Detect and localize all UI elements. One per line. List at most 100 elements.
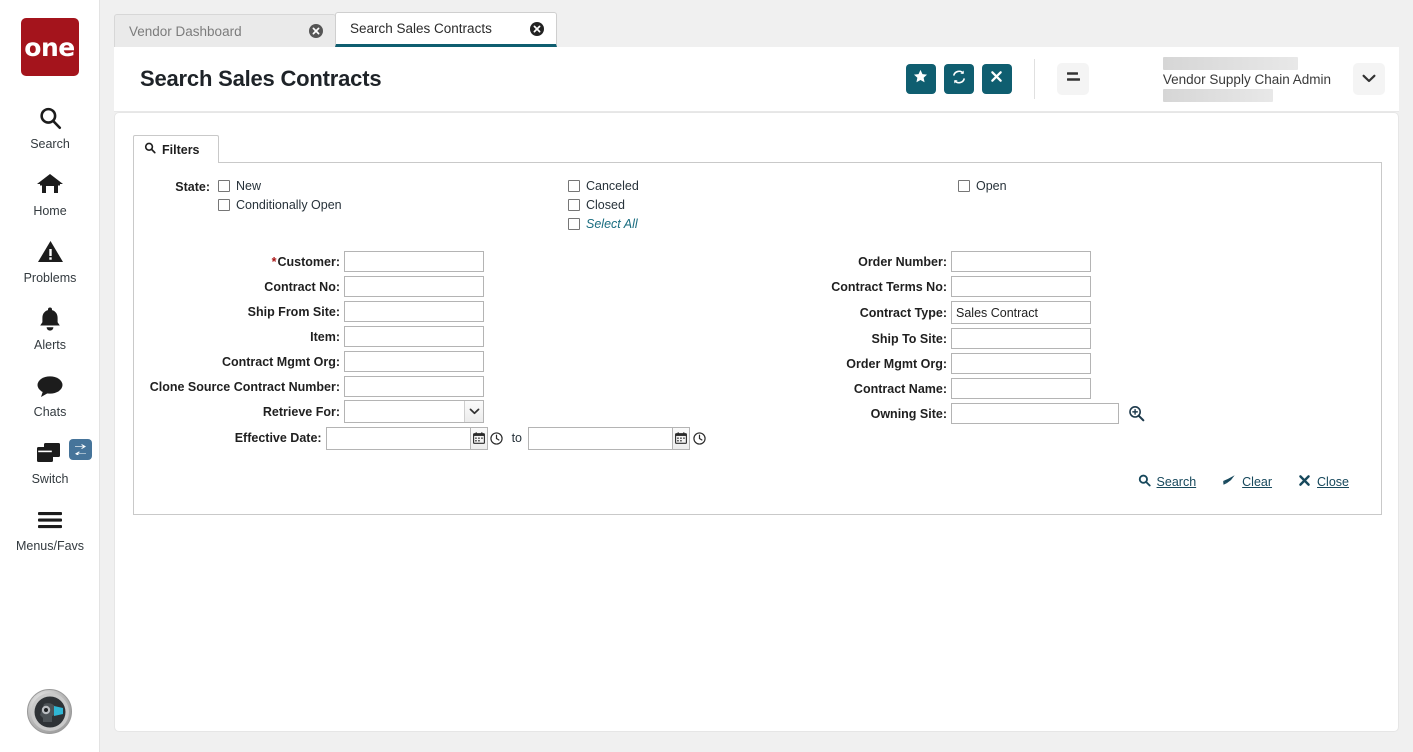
field-label-contract-terms-no: Contract Terms No: [831, 279, 947, 294]
favorite-button[interactable] [905, 64, 936, 94]
chevron-down-icon [1362, 70, 1376, 88]
checkbox-label: Closed [586, 198, 625, 212]
contract-mgmt-org-input[interactable] [344, 351, 484, 372]
ship-to-site-input[interactable] [951, 328, 1091, 349]
clear-button[interactable]: Clear [1222, 474, 1272, 490]
user-menu-button[interactable] [1353, 63, 1385, 95]
refresh-button[interactable] [943, 64, 974, 94]
main-region: Vendor Dashboard Search Sales Contracts … [100, 0, 1413, 752]
clone-source-contract-number-input[interactable] [344, 376, 484, 397]
bell-icon [0, 302, 100, 336]
field-row-contract-name: Contract Name: [816, 376, 1228, 401]
sidebar-item-home[interactable]: Home [0, 159, 100, 226]
sidebar-item-alerts[interactable]: Alerts [0, 293, 100, 360]
state-checkbox-column-1: New Conditionally Open [218, 179, 568, 212]
tab-vendor-dashboard[interactable]: Vendor Dashboard [114, 14, 336, 47]
customer-input[interactable] [344, 251, 484, 272]
checkbox-label: New [236, 179, 262, 193]
owning-site-input[interactable] [951, 403, 1119, 424]
checkbox-select-all[interactable]: Select All [568, 217, 958, 231]
close-link-button[interactable]: Close [1298, 474, 1349, 490]
user-names: Vendor Supply Chain Admin [1162, 56, 1331, 102]
checkbox-new[interactable]: New [218, 179, 568, 193]
sidebar-item-menus-favs[interactable]: Menus/Favs [0, 494, 100, 561]
field-label-text: Customer: [277, 254, 340, 269]
contract-name-input[interactable] [951, 378, 1091, 399]
swap-arrows-icon[interactable] [69, 439, 92, 460]
checkbox-box[interactable] [568, 180, 580, 192]
contract-terms-no-input[interactable] [951, 276, 1091, 297]
clock-icon[interactable] [690, 427, 708, 450]
redacted-user-name [1162, 56, 1298, 70]
effective-date-from-input[interactable] [325, 426, 471, 450]
star-icon [913, 69, 928, 89]
magnifier-plus-icon[interactable] [1125, 403, 1147, 425]
ai-assistant-avatar[interactable] [27, 689, 72, 734]
page-header: Search Sales Contracts Vendor Supply Cha… [114, 47, 1399, 112]
sidebar-item-label: Chats [33, 405, 67, 419]
checkbox-open[interactable]: Open [958, 179, 1007, 193]
field-row-effective-date: Effective Date: to [148, 424, 708, 452]
field-label-owning-site: Owning Site: [870, 406, 947, 421]
checkbox-box[interactable] [218, 180, 230, 192]
app-logo[interactable]: one [20, 18, 79, 76]
contract-no-input[interactable] [344, 276, 484, 297]
checkbox-box[interactable] [958, 180, 970, 192]
list-menu-button[interactable] [1056, 63, 1089, 95]
checkbox-label: Conditionally Open [236, 198, 342, 212]
checkbox-closed[interactable]: Closed [568, 198, 958, 212]
filter-column-right: Order Number: Contract Terms No: Contrac… [708, 249, 1228, 452]
close-button[interactable] [981, 64, 1012, 94]
field-row-clone-source-contract-number: Clone Source Contract Number: [148, 374, 708, 399]
checkbox-box[interactable] [568, 218, 580, 230]
item-input[interactable] [344, 326, 484, 347]
checkbox-conditionally-open[interactable]: Conditionally Open [218, 198, 568, 212]
calendar-icon[interactable] [673, 426, 690, 450]
checkbox-label: Select All [586, 217, 638, 231]
field-row-contract-type: Contract Type: [816, 299, 1228, 326]
left-navigation-rail: one Search Home Problems Alerts Chats Sw… [0, 0, 100, 752]
content-card: Filters State: New Conditionally Open Ca… [114, 112, 1399, 732]
sidebar-item-problems[interactable]: Problems [0, 226, 100, 293]
state-checkbox-column-2: Canceled Closed Select All [568, 179, 958, 231]
retrieve-for-select[interactable] [344, 400, 484, 423]
field-label-contract-type: Contract Type: [859, 305, 947, 320]
field-row-contract-no: Contract No: [148, 274, 708, 299]
sidebar-item-search[interactable]: Search [0, 92, 100, 159]
sidebar-item-switch[interactable]: Switch [0, 427, 100, 494]
checkbox-label: Open [976, 179, 1007, 193]
sidebar-item-chats[interactable]: Chats [0, 360, 100, 427]
checkbox-canceled[interactable]: Canceled [568, 179, 958, 193]
search-button[interactable]: Search [1138, 474, 1197, 490]
tab-filters[interactable]: Filters [133, 135, 219, 163]
page-title: Search Sales Contracts [140, 66, 382, 91]
order-number-input[interactable] [951, 251, 1091, 272]
chevron-down-icon[interactable] [464, 401, 483, 422]
ship-from-site-input[interactable] [344, 301, 484, 322]
header-action-buttons [905, 64, 1012, 94]
field-label-ship-from-site: Ship From Site: [247, 304, 340, 319]
user-account-block[interactable]: Vendor Supply Chain Admin [1162, 56, 1385, 102]
warning-triangle-icon [0, 235, 100, 269]
close-circle-icon[interactable] [530, 21, 544, 36]
calendar-icon[interactable] [470, 426, 488, 450]
effective-date-to-input[interactable] [528, 426, 673, 450]
x-icon [1298, 474, 1311, 490]
checkbox-box[interactable] [568, 199, 580, 211]
rail-item-list: Search Home Problems Alerts Chats Switch… [0, 92, 99, 561]
contract-type-input[interactable] [951, 301, 1091, 324]
search-button-label: Search [1156, 475, 1197, 489]
tab-search-sales-contracts[interactable]: Search Sales Contracts [335, 12, 557, 47]
order-mgmt-org-input[interactable] [951, 353, 1091, 374]
close-circle-icon[interactable] [309, 24, 323, 38]
checkbox-box[interactable] [218, 199, 230, 211]
eraser-icon [1222, 474, 1236, 490]
field-label-contract-no: Contract No: [264, 279, 340, 294]
browser-tab-strip: Vendor Dashboard Search Sales Contracts [100, 0, 1413, 47]
refresh-icon [951, 69, 967, 90]
field-row-customer: *Customer: [148, 249, 708, 274]
sidebar-item-label: Switch [31, 472, 69, 486]
clock-icon[interactable] [488, 427, 506, 450]
field-label-order-number: Order Number: [858, 254, 947, 269]
user-role-label: Vendor Supply Chain Admin [1162, 71, 1331, 87]
